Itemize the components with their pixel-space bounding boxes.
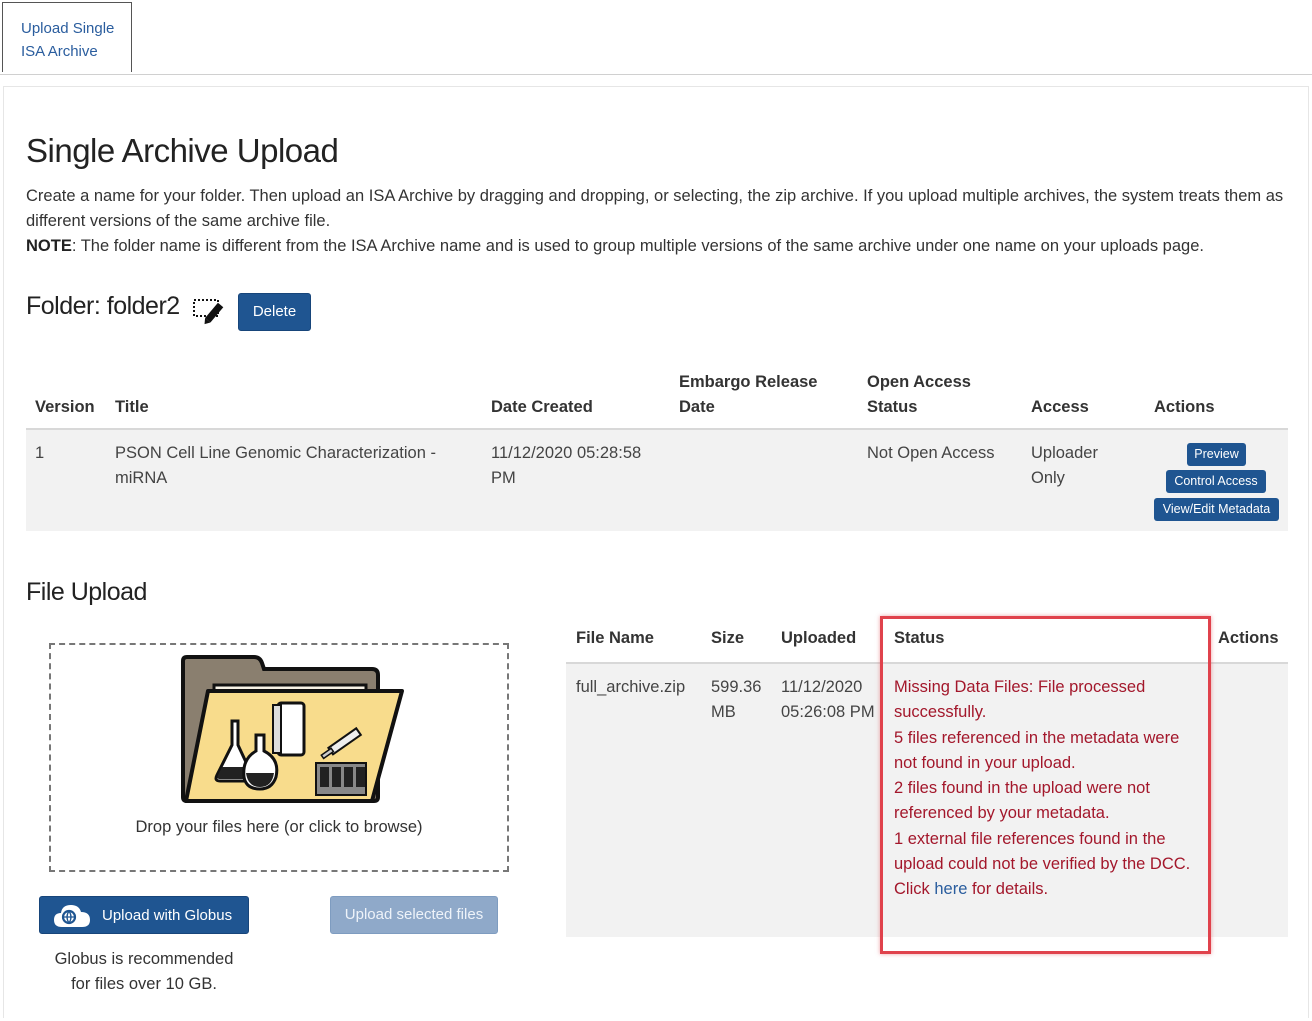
cell-access-line1: Uploader <box>1031 444 1098 462</box>
status-line-missing: 5 files referenced in the metadata were … <box>894 728 1180 772</box>
delete-button[interactable]: Delete <box>238 293 311 331</box>
details-prefix: Click <box>894 880 935 899</box>
globus-button-label: Upload with Globus <box>102 907 233 924</box>
col-date-created: Date Created <box>491 398 593 416</box>
file-upload-title: File Upload <box>26 578 147 606</box>
col-file-actions: Actions <box>1218 629 1279 647</box>
cell-file-name: full_archive.zip <box>576 678 686 696</box>
col-embargo-line1: Embargo Release <box>679 373 818 391</box>
tab-label-line1: Upload Single <box>21 20 115 37</box>
control-access-button[interactable]: Control Access <box>1166 470 1266 493</box>
note-label: NOTE <box>26 237 72 255</box>
cell-uploaded-line1: 11/12/2020 <box>781 678 863 696</box>
details-link[interactable]: here <box>934 880 967 898</box>
col-file-name: File Name <box>576 629 654 647</box>
status-line-external: 1 external file references found in the … <box>894 829 1191 874</box>
edit-pencil-icon[interactable] <box>192 296 224 328</box>
cell-title-line2: miRNA <box>115 469 168 487</box>
cell-date-created: 11/12/2020 05:28:58 PM <box>491 441 641 491</box>
cell-title-line1: PSON Cell Line Genomic Characterization … <box>115 444 436 462</box>
col-title: Title <box>115 398 149 416</box>
cell-access-line2: Only <box>1031 469 1065 487</box>
tab-label-line2: ISA Archive <box>21 43 98 60</box>
tab-upload-single-isa-archive[interactable]: Upload Single ISA Archive <box>2 2 132 72</box>
cell-access: Uploader Only <box>1031 441 1098 491</box>
col-uploaded: Uploaded <box>781 629 857 647</box>
col-embargo-release-date: Embargo Release Date <box>679 370 817 420</box>
cell-size: 599.36 MB <box>711 675 761 725</box>
globus-note-line2: for files over 10 GB. <box>71 975 217 993</box>
status-line-unreferenced: 2 files found in the upload were not ref… <box>894 779 1150 823</box>
cell-version: 1 <box>35 444 45 462</box>
col-version: Version <box>35 398 95 416</box>
folder-title: Folder: folder2 <box>26 292 180 320</box>
cell-size-line1: 599.36 <box>711 678 762 696</box>
col-access: Access <box>1031 398 1089 416</box>
globus-cloud-icon <box>54 905 90 927</box>
note-text: : The folder name is different from the … <box>71 237 1204 255</box>
cell-date-line2: PM <box>491 469 516 487</box>
status-line-processed: Missing Data Files: File processed succe… <box>894 678 1146 722</box>
details-suffix: for details. <box>967 880 1049 899</box>
cell-size-line2: MB <box>711 703 736 721</box>
cell-open-access-status: Not Open Access <box>867 444 995 462</box>
status-line-details: Click here for details. <box>894 877 1204 902</box>
cell-uploaded: 11/12/2020 05:26:08 PM <box>781 675 875 725</box>
upload-selected-files-button[interactable]: Upload selected files <box>330 896 498 934</box>
col-open-access-line1: Open Access <box>867 373 971 391</box>
col-embargo-line2: Date <box>679 398 715 416</box>
col-size: Size <box>711 629 745 647</box>
tab-bar <box>0 0 1312 75</box>
cell-status: Missing Data Files: File processed succe… <box>894 675 1204 903</box>
page-title: Single Archive Upload <box>26 132 339 169</box>
col-open-access-line2: Status <box>867 398 918 416</box>
folder-with-lab-items-icon <box>181 655 404 803</box>
view-edit-metadata-button[interactable]: View/Edit Metadata <box>1154 498 1279 521</box>
intro-paragraph: Create a name for your folder. Then uplo… <box>26 187 1284 230</box>
upload-with-globus-button[interactable]: Upload with Globus <box>39 896 249 934</box>
globus-note: Globus is recommended for files over 10 … <box>39 947 249 997</box>
intro-text: Create a name for your folder. Then uplo… <box>26 184 1286 259</box>
globus-note-line1: Globus is recommended <box>54 950 234 968</box>
cell-title: PSON Cell Line Genomic Characterization … <box>115 441 436 491</box>
col-actions: Actions <box>1154 398 1215 416</box>
col-status: Status <box>894 629 945 647</box>
cell-uploaded-line2: 05:26:08 PM <box>781 703 875 721</box>
cell-date-line1: 11/12/2020 05:28:58 <box>491 444 642 462</box>
dropzone-text: Drop your files here (or click to browse… <box>135 818 423 836</box>
preview-button[interactable]: Preview <box>1187 443 1246 466</box>
col-open-access-status: Open Access Status <box>867 370 971 420</box>
